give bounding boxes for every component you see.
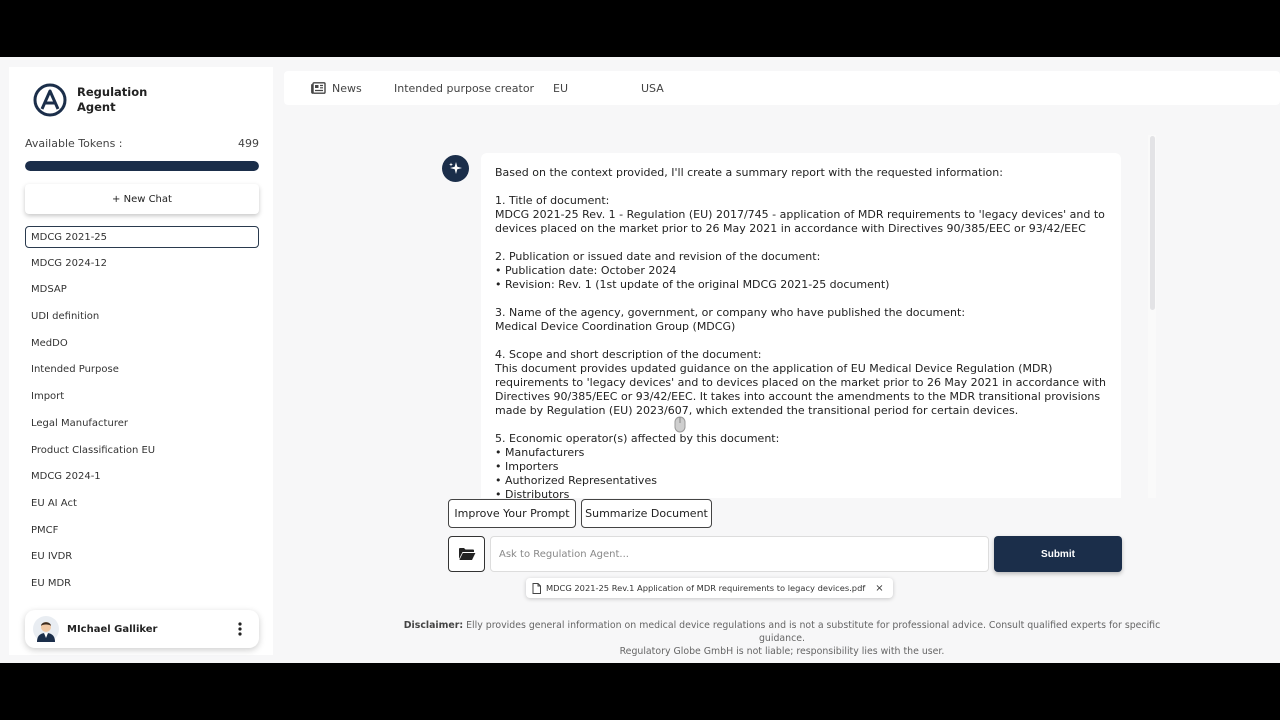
nav-news-label: News <box>332 81 362 95</box>
sidebar-chat-item[interactable]: EU AI Act <box>25 493 259 515</box>
sidebar-chat-item[interactable]: MDCG 2021-25 <box>25 226 259 248</box>
sidebar-chat-item[interactable]: MDCG 2024-1 <box>25 466 259 488</box>
tokens-row: Available Tokens : 499 <box>25 137 259 150</box>
disclaimer: Disclaimer: Elly provides general inform… <box>390 619 1174 658</box>
nav-eu[interactable]: EU <box>553 71 568 105</box>
nav-intended-purpose-creator[interactable]: Intended purpose creator <box>394 71 534 105</box>
sidebar-chat-item[interactable]: EU IVDR <box>25 546 259 568</box>
section-publication: 2. Publication or issued date and revisi… <box>495 250 1115 292</box>
disclaimer-text: Elly provides general information on med… <box>463 620 1161 644</box>
submit-button[interactable]: Submit <box>994 536 1122 572</box>
sidebar-chat-item[interactable]: MDSAP <box>25 279 259 301</box>
sidebar-chat-item[interactable]: Import <box>25 386 259 408</box>
mouse-cursor-icon <box>674 416 686 433</box>
sidebar: Regulation Agent Available Tokens : 499 … <box>9 67 273 655</box>
sidebar-chat-item[interactable]: UDI definition <box>25 306 259 328</box>
nav-news[interactable]: News <box>311 71 362 105</box>
section-2-title: 2. Publication or issued date and revisi… <box>495 250 821 263</box>
folder-icon <box>458 548 475 560</box>
assistant-avatar <box>442 155 469 182</box>
sidebar-chat-item[interactable]: Intended Purpose <box>25 359 259 381</box>
sidebar-chat-item[interactable]: EU MDR <box>25 573 259 595</box>
section-1-body: MDCG 2021-25 Rev. 1 - Regulation (EU) 20… <box>495 208 1105 235</box>
kebab-icon <box>238 622 242 636</box>
section-agency: 3. Name of the agency, government, or co… <box>495 306 1115 334</box>
tokens-progress-bar <box>25 161 259 171</box>
brand-name: Regulation Agent <box>77 85 148 114</box>
sparkle-icon <box>449 162 462 174</box>
sidebar-chat-item[interactable]: PMCF <box>25 520 259 542</box>
section-5-bullet-2: • Importers <box>495 460 559 473</box>
brand[interactable]: Regulation Agent <box>33 83 147 117</box>
tokens-value: 499 <box>238 137 259 150</box>
sidebar-chat-item[interactable]: Legal Manufacturer <box>25 413 259 435</box>
new-chat-button[interactable]: + New Chat <box>25 184 259 214</box>
user-menu-button[interactable] <box>229 618 251 640</box>
message-intro: Based on the context provided, I'll crea… <box>495 166 1003 179</box>
section-2-bullet-1: • Publication date: October 2024 <box>495 264 677 277</box>
brand-logo-icon <box>33 83 67 117</box>
news-icon <box>311 82 326 94</box>
summarize-document-button[interactable]: Summarize Document <box>581 499 712 528</box>
disclaimer-line-2: Regulatory Globe GmbH is not liable; res… <box>619 646 945 657</box>
chat-history-list: MDCG 2021-25 MDCG 2024-12 MDSAP UDI definit… <box>25 226 259 600</box>
user-name: MIchael Galliker <box>67 623 158 635</box>
improve-prompt-button[interactable]: Improve Your Prompt <box>448 499 576 528</box>
section-3-title: 3. Name of the agency, government, or co… <box>495 306 966 319</box>
file-icon <box>532 582 541 594</box>
section-4-body: This document provides updated guidance … <box>495 362 1106 417</box>
user-card[interactable]: MIchael Galliker <box>25 610 259 648</box>
nav-usa[interactable]: USA <box>641 71 664 105</box>
section-operators: 5. Economic operator(s) affected by this… <box>495 432 1115 498</box>
section-5-title: 5. Economic operator(s) affected by this… <box>495 432 780 445</box>
section-scope: 4. Scope and short description of the do… <box>495 348 1115 418</box>
section-2-bullet-2: • Revision: Rev. 1 (1st update of the or… <box>495 278 890 291</box>
section-5-bullet-3: • Authorized Representatives <box>495 474 657 487</box>
section-1-title: 1. Title of document: <box>495 194 610 207</box>
top-navigation: News Intended purpose creator EU USA <box>284 71 1280 105</box>
app-window: Regulation Agent Available Tokens : 499 … <box>0 57 1280 663</box>
tokens-label: Available Tokens : <box>25 137 123 150</box>
section-3-body: Medical Device Coordination Group (MDCG) <box>495 320 736 333</box>
attached-file-name: MDCG 2021-25 Rev.1 Application of MDR re… <box>546 583 866 593</box>
disclaimer-label: Disclaimer: <box>403 620 464 631</box>
chat-message-panel: Based on the context provided, I'll crea… <box>481 153 1121 498</box>
section-5-bullet-4: • Distributors <box>495 488 570 498</box>
prompt-input[interactable] <box>490 536 989 572</box>
assistant-message: Based on the context provided, I'll crea… <box>495 166 1115 498</box>
chat-scrollbar-thumb[interactable] <box>1150 136 1155 310</box>
attach-file-button[interactable] <box>448 536 485 572</box>
sidebar-chat-item[interactable]: Product Classification EU <box>25 440 259 462</box>
remove-attachment-button[interactable]: × <box>875 583 883 594</box>
tokens-progress-fill <box>25 161 259 171</box>
sidebar-chat-item[interactable]: MDCG 2024-12 <box>25 253 259 275</box>
attached-file-chip: MDCG 2021-25 Rev.1 Application of MDR re… <box>526 578 893 598</box>
sidebar-chat-item[interactable]: MedDO <box>25 333 259 355</box>
section-title-document: 1. Title of document: MDCG 2021-25 Rev. … <box>495 194 1115 236</box>
avatar <box>33 616 59 642</box>
section-5-bullet-1: • Manufacturers <box>495 446 585 459</box>
section-4-title: 4. Scope and short description of the do… <box>495 348 762 361</box>
